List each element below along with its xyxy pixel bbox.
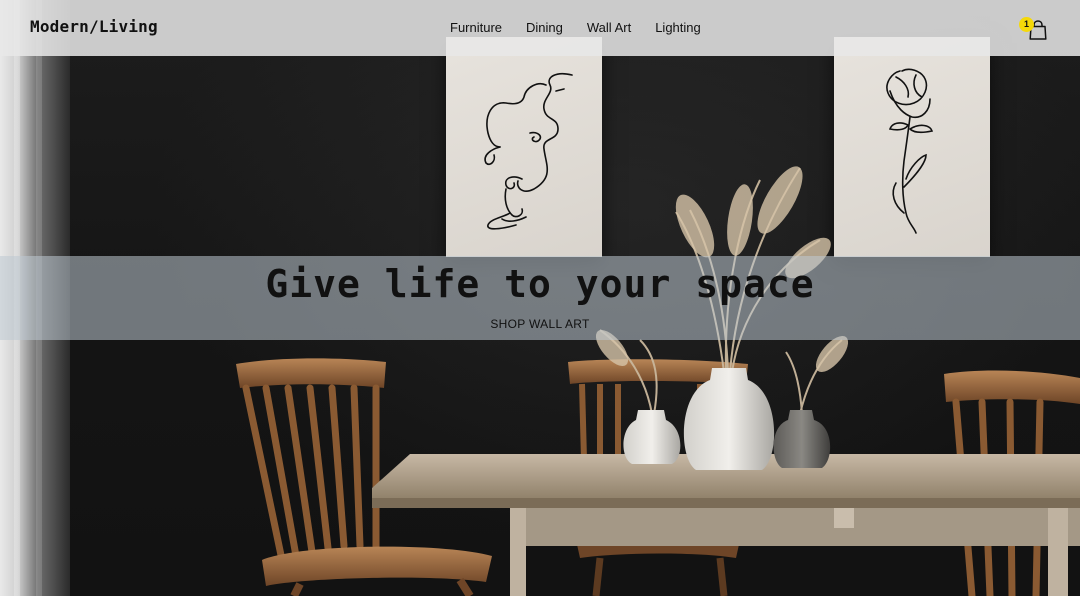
nav-link-furniture[interactable]: Furniture (450, 20, 502, 35)
shop-wall-art-link[interactable]: SHOP WALL ART (490, 317, 589, 331)
top-navigation-bar: Modern/Living Furniture Dining Wall Art … (0, 0, 1080, 56)
cart-count-badge: 1 (1019, 17, 1034, 32)
main-nav: Furniture Dining Wall Art Lighting (450, 20, 701, 35)
brand-logo[interactable]: Modern/Living (30, 17, 158, 36)
nav-link-lighting[interactable]: Lighting (655, 20, 701, 35)
hero-cta-wrapper: SHOP WALL ART (0, 315, 1080, 333)
nav-link-wall-art[interactable]: Wall Art (587, 20, 631, 35)
vases (623, 368, 831, 470)
cart-button[interactable]: 1 (1019, 16, 1051, 42)
nav-link-dining[interactable]: Dining (526, 20, 563, 35)
hero-headline: Give life to your space (265, 262, 815, 306)
